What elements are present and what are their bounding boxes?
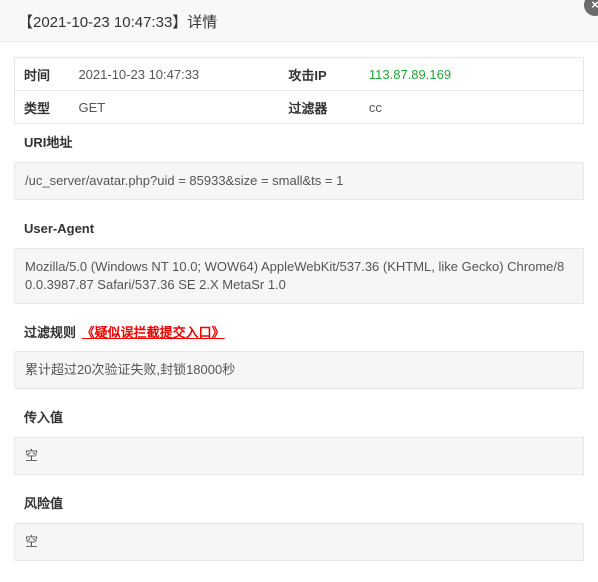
time-label: 时间	[14, 57, 79, 91]
type-label: 类型	[14, 90, 79, 124]
rule-label-row: 过滤规则 《疑似误拦截提交入口》	[24, 323, 584, 343]
input-value-label: 传入值	[24, 410, 64, 425]
risk-value-label: 风险值	[24, 496, 64, 511]
ip-value: 113.87.89.169	[368, 57, 584, 91]
false-positive-report-link[interactable]: 《疑似误拦截提交入口》	[82, 325, 225, 340]
filter-label: 过滤器	[288, 90, 369, 124]
time-value: 2021-10-23 10:47:33	[78, 57, 289, 91]
info-table: 时间 2021-10-23 10:47:33 攻击IP 113.87.89.16…	[14, 57, 584, 124]
dialog-header: 【2021-10-23 10:47:33】详情	[0, 0, 598, 42]
type-value: GET	[78, 90, 289, 124]
user-agent-value: Mozilla/5.0 (Windows NT 10.0; WOW64) App…	[14, 248, 584, 304]
uri-label: URI地址	[24, 135, 73, 150]
dialog-title: 【2021-10-23 10:47:33】详情	[18, 14, 218, 31]
filter-value: cc	[368, 90, 584, 124]
uri-value: /uc_server/avatar.php?uid = 85933&size =…	[14, 162, 584, 200]
table-row: 类型 GET 过滤器 cc	[14, 90, 584, 124]
user-agent-label: User-Agent	[24, 221, 95, 236]
ip-label: 攻击IP	[288, 57, 369, 91]
rule-label: 过滤规则	[24, 325, 77, 340]
rule-value: 累计超过20次验证失败,封锁18000秒	[14, 351, 584, 389]
risk-value: 空	[14, 523, 584, 561]
table-row: 时间 2021-10-23 10:47:33 攻击IP 113.87.89.16…	[14, 57, 584, 91]
input-value: 空	[14, 437, 584, 475]
dialog-body: 时间 2021-10-23 10:47:33 攻击IP 113.87.89.16…	[14, 57, 584, 561]
